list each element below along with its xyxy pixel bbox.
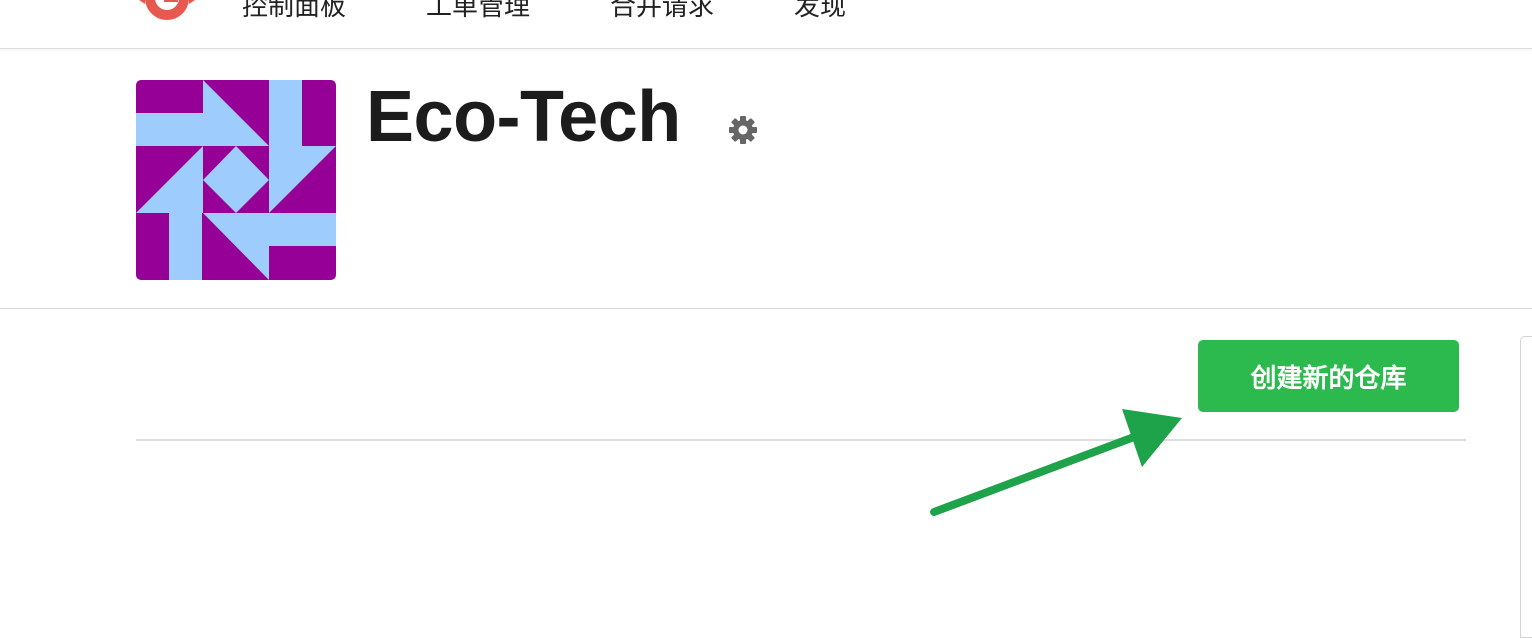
top-navigation-bar: 控制面板 工单管理 合并请求 发现 — [0, 0, 1532, 49]
organization-header: Eco-Tech — [0, 49, 1532, 309]
organization-name: Eco-Tech — [366, 77, 681, 157]
content-divider — [136, 439, 1466, 441]
create-repository-button[interactable]: 创建新的仓库 — [1198, 340, 1459, 412]
nav-item-pull-requests[interactable]: 合并请求 — [610, 0, 714, 23]
arrow-annotation-icon — [930, 409, 1182, 516]
organization-avatar — [136, 80, 336, 280]
gitea-logo-icon[interactable] — [137, 0, 197, 26]
nav-item-dashboard[interactable]: 控制面板 — [242, 0, 346, 23]
nav-item-explore[interactable]: 发现 — [794, 0, 846, 23]
side-panel-edge — [1520, 336, 1532, 638]
gear-icon[interactable] — [728, 115, 758, 145]
nav-item-issues[interactable]: 工单管理 — [426, 0, 530, 23]
